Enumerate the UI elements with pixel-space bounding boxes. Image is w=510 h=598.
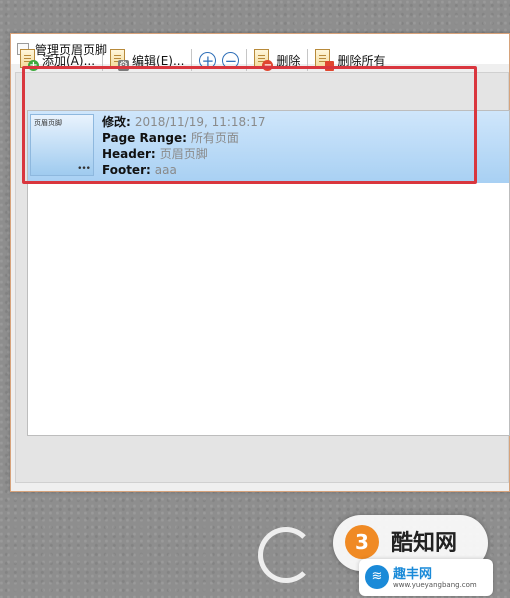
list-item[interactable]: 页眉页脚 ••• 修改: 2018/11/19, 11:18:17 Page Ra… (28, 111, 509, 183)
footer-key: Footer: (102, 163, 151, 177)
delete-button[interactable]: − 删除 (251, 47, 303, 73)
toolbar-separator (307, 49, 309, 71)
header-key: Header: (102, 147, 156, 161)
toolbar-separator (191, 49, 193, 71)
swirl-logo-icon (258, 527, 314, 583)
edit-button-label: 编辑(E)... (132, 53, 185, 68)
thumbnail-label: 页眉页脚 (34, 119, 62, 127)
add-button-label: 添加(A)... (42, 53, 96, 68)
banner-url: www.yueyangbang.com (393, 581, 477, 589)
minus-button[interactable]: − (222, 51, 240, 69)
more-dots-icon: ••• (77, 164, 91, 174)
header-footer-list[interactable]: 页眉页脚 ••• 修改: 2018/11/19, 11:18:17 Page Ra… (27, 110, 510, 436)
logo-circle-icon: 3 (345, 525, 379, 559)
page-range-line: Page Range: 所有页面 (102, 130, 266, 146)
page-range-value: 所有页面 (190, 131, 239, 145)
plus-button[interactable]: + (199, 51, 217, 69)
add-document-icon: + (20, 49, 39, 71)
watermark-text: 酷知网 (391, 531, 458, 556)
delete-button-label: 删除 (276, 53, 301, 68)
toolbar-separator (102, 49, 104, 71)
modified-key: 修改: (102, 115, 131, 129)
watermark-banner: ≋ 趣丰网 www.yueyangbang.com (359, 559, 493, 596)
header-value: 页眉页脚 (159, 147, 208, 161)
page-thumbnail: 页眉页脚 ••• (30, 114, 94, 176)
watermark: 3 酷知网 ≋ 趣丰网 www.yueyangbang.com (255, 515, 510, 598)
page-range-key: Page Range: (102, 131, 187, 145)
delete-document-icon: − (254, 49, 274, 71)
delete-all-button-label: 删除所有 (337, 53, 386, 68)
add-button[interactable]: + 添加(A)... (17, 47, 98, 73)
wifi-icon: ≋ (365, 565, 389, 589)
footer-value: aaa (154, 163, 177, 177)
edit-button[interactable]: ⚙ 编辑(E)... (107, 47, 187, 73)
footer-line: Footer: aaa (102, 162, 266, 178)
item-details: 修改: 2018/11/19, 11:18:17 Page Range: 所有页面 … (94, 111, 266, 183)
banner-name: 趣丰网 (393, 567, 433, 582)
toolbar-separator (246, 49, 248, 71)
edit-document-icon: ⚙ (110, 49, 130, 71)
modified-line: 修改: 2018/11/19, 11:18:17 (102, 114, 266, 130)
delete-all-button[interactable]: 删除所有 (312, 47, 388, 73)
modified-value: 2018/11/19, 11:18:17 (134, 115, 266, 129)
toolbar: + 添加(A)... ⚙ 编辑(E)... + − − 删除 删除所有 (17, 45, 483, 75)
delete-all-document-icon (315, 49, 335, 71)
header-line: Header: 页眉页脚 (102, 146, 266, 162)
